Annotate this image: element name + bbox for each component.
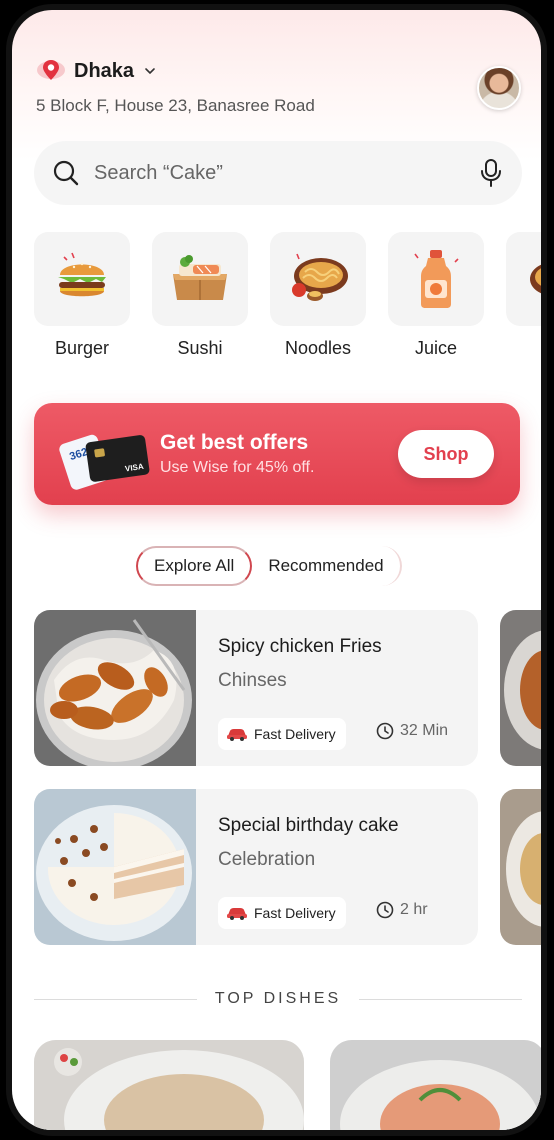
category-label: Juice [414,338,458,358]
offer-banner[interactable]: 362 VISA Get best offers Use Wise for 45… [34,403,520,505]
credit-cards-icon: 362 VISA [59,434,150,490]
category-partial[interactable]: Bi [506,232,541,359]
microphone-icon[interactable] [478,158,504,188]
fast-delivery-badge: Fast Delivery [218,718,346,750]
top-dish-card[interactable] [34,1040,304,1130]
category-list: Burger Sushi Noodles Juice [34,232,541,359]
category-label: Burger [54,338,110,358]
food-card-birthday-cake[interactable]: Special birthday cake Celebration Fast D… [34,789,478,945]
delivery-time: 32 Min [376,722,448,740]
tab-explore-all[interactable]: Explore All [136,546,253,586]
category-label: Sushi [177,338,223,358]
noodles-bowl-icon [292,253,348,301]
time-label: 32 Min [400,722,449,739]
location-selector[interactable]: Dhaka [36,58,156,84]
top-dishes-heading: TOP DISHES [34,990,523,1008]
delivery-car-icon [227,729,247,741]
badge-label: Fast Delivery [254,905,336,921]
badge-label: Fast Delivery [254,726,336,742]
birthday-cake-image [34,789,196,945]
category-noodles[interactable]: Noodles [270,232,366,359]
search-icon [53,160,79,186]
burger-icon [58,252,106,297]
delivery-address: 5 Block F, House 23, Banasree Road [36,96,315,115]
top-dish-card[interactable] [330,1040,541,1130]
food-category: Celebration [218,849,316,870]
city-name: Dhaka [74,59,135,82]
section-title: TOP DISHES [214,990,342,1007]
food-peek-image [500,610,541,766]
chicken-fries-image [34,610,196,766]
search-input[interactable] [94,161,478,185]
clock-icon [376,901,394,919]
category-label: Noodles [284,338,352,358]
food-card-peek[interactable] [500,610,541,766]
offer-title: Get best offers [160,431,309,454]
tab-recommended[interactable]: Recommended [252,546,402,586]
food-title: Special birthday cake [218,815,399,836]
divider [34,998,197,1000]
fast-delivery-badge: Fast Delivery [218,897,346,929]
category-juice[interactable]: Juice [388,232,484,359]
filter-tabs: Explore All Recommended [136,546,402,586]
bowl-icon [530,264,541,294]
food-peek-image [500,789,541,945]
food-category: Chinses [218,670,287,691]
offer-subtitle: Use Wise for 45% off. [160,459,315,476]
clock-icon [376,722,394,740]
sushi-box-icon [173,255,227,300]
location-pin-icon [37,60,65,80]
delivery-time: 2 hr [376,901,428,919]
juice-bottle-icon [414,250,459,308]
time-label: 2 hr [400,901,428,918]
dish-image [330,1040,541,1130]
category-sushi[interactable]: Sushi [152,232,248,359]
search-bar[interactable] [34,141,522,205]
delivery-car-icon [227,908,247,920]
chevron-down-icon[interactable] [144,65,156,77]
user-avatar[interactable] [477,66,521,110]
dish-image [34,1040,304,1130]
divider [359,998,523,1000]
food-title: Spicy chicken Fries [218,636,382,657]
phone-frame: Dhaka 5 Block F, House 23, Banasree Road [6,4,547,1136]
food-card-peek[interactable] [500,789,541,945]
app-screen: Dhaka 5 Block F, House 23, Banasree Road [12,10,541,1130]
category-burger[interactable]: Burger [34,232,130,359]
food-card-spicy-chicken[interactable]: Spicy chicken Fries Chinses Fast Deliver… [34,610,478,766]
shop-button[interactable]: Shop [398,430,494,478]
